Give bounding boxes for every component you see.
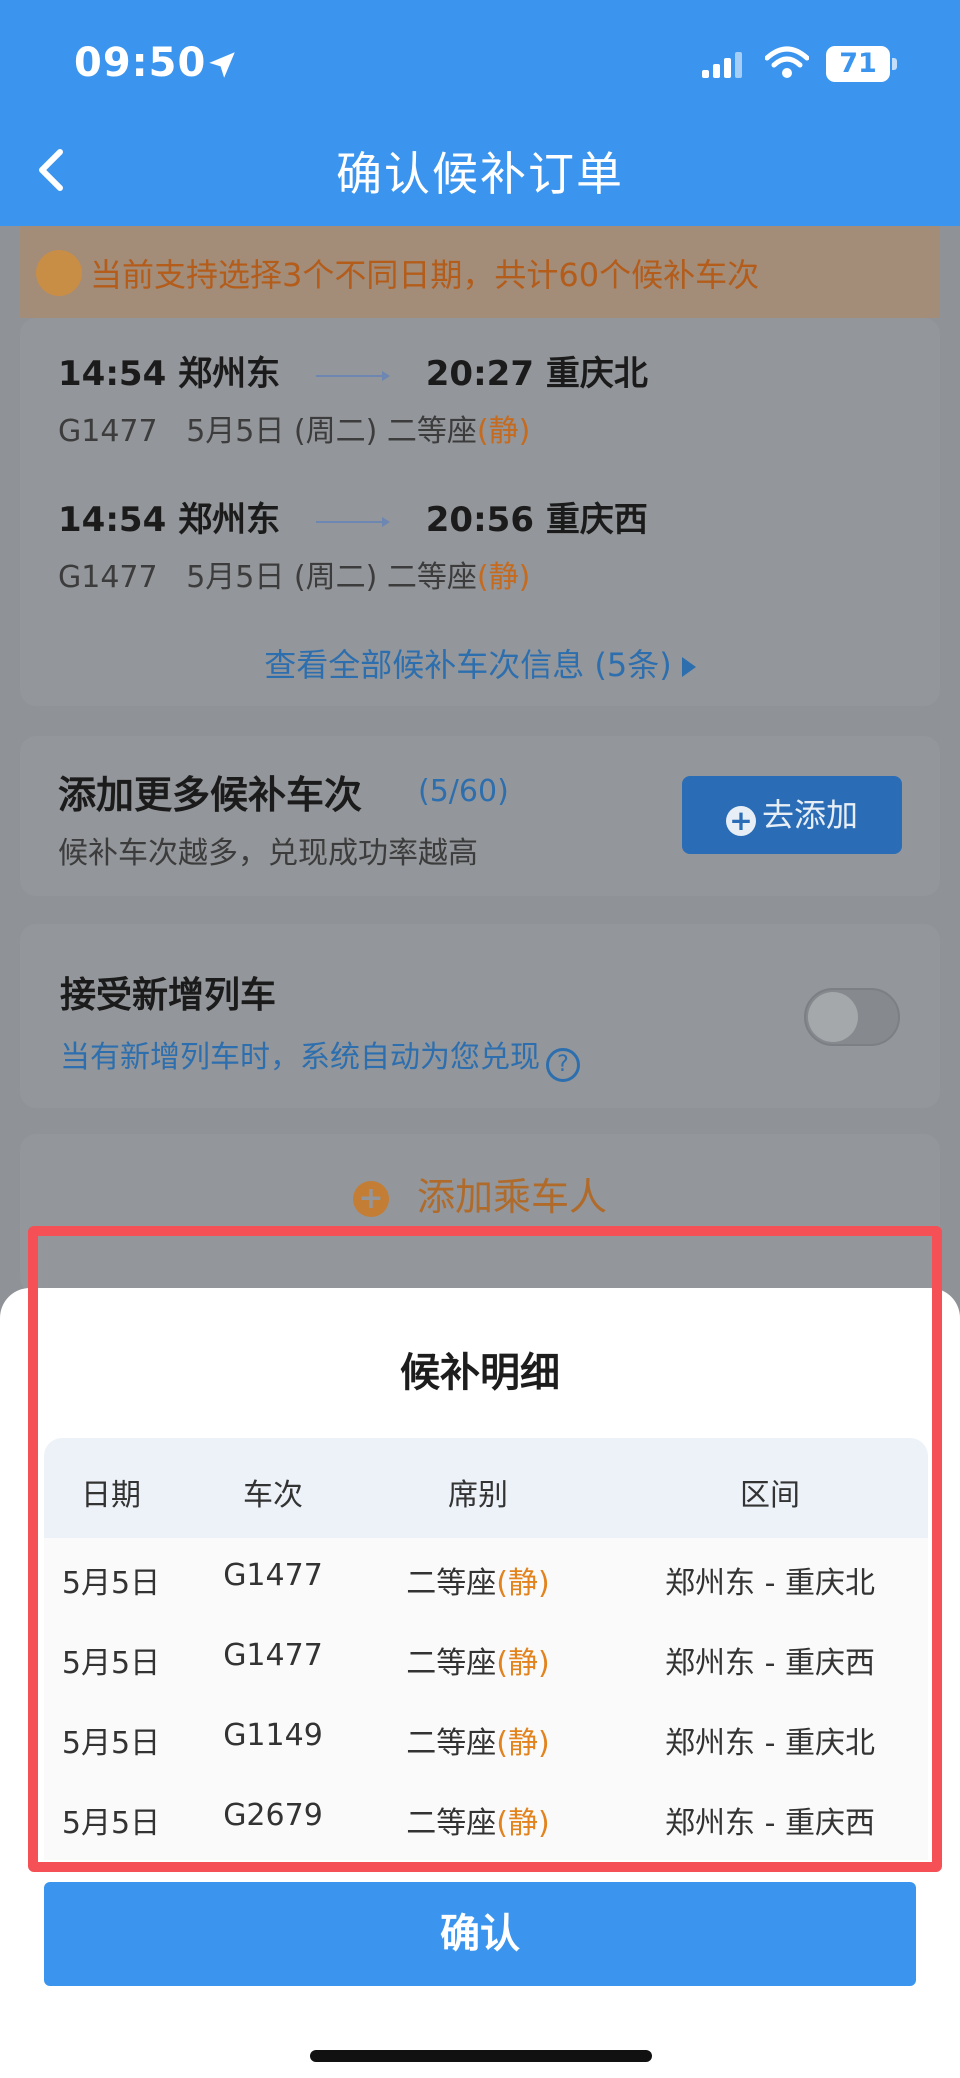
dep-station: 郑州东 [178, 354, 281, 394]
accept-new-subtitle: 当有新增列车时，系统自动为您兑现? [60, 1032, 580, 1082]
arr-station: 重庆西 [545, 500, 648, 540]
trip-route-1: 14:54 郑州东 20:27 重庆北 [58, 346, 648, 395]
signal-icon [702, 52, 742, 78]
quiet-tag: (静) [476, 560, 531, 595]
plus-circle-icon: + [725, 806, 756, 836]
home-indicator [310, 2050, 652, 2062]
add-passenger-button[interactable]: + 添加乘车人 [0, 1166, 960, 1221]
add-more-count: (5/60) [418, 774, 509, 809]
arr-time: 20:56 [425, 500, 534, 540]
dep-time: 14:54 [58, 354, 167, 394]
seat-class: 二等座 [386, 414, 477, 449]
wifi-icon [765, 46, 809, 78]
triangle-right-icon [681, 657, 696, 677]
add-more-subtitle: 候补车次越多，兑现成功率越高 [58, 836, 478, 871]
notice-text: 当前支持选择3个不同日期，共计60个候补车次 [90, 256, 760, 294]
trip-route-2: 14:54 郑州东 20:56 重庆西 [58, 492, 648, 541]
battery-icon: 71 [826, 46, 898, 82]
status-time: 09:50 [74, 40, 207, 86]
view-all-label: 查看全部候补车次信息 (5条) [264, 646, 672, 684]
go-add-label: 去添加 [761, 796, 858, 834]
trip-detail-1: G1477 5月5日 (周二) 二等座(静) [58, 406, 530, 450]
battery-level: 71 [826, 46, 890, 82]
plus-circle-icon: + [352, 1181, 389, 1217]
add-passenger-label: 添加乘车人 [416, 1175, 607, 1219]
dep-time: 14:54 [58, 500, 167, 540]
train-number: G1477 [58, 414, 158, 449]
arr-time: 20:27 [425, 354, 534, 394]
add-more-title: 添加更多候补车次 [58, 773, 363, 817]
arr-station: 重庆北 [545, 354, 648, 394]
notice-banner: 当前支持选择3个不同日期，共计60个候补车次 [20, 226, 940, 318]
trip-date: 5月5日 (周二) [186, 414, 378, 449]
trip-date: 5月5日 (周二) [186, 560, 378, 595]
accept-new-toggle[interactable] [804, 988, 900, 1046]
page-title: 确认候补订单 [336, 147, 624, 201]
dep-station: 郑州东 [178, 500, 281, 540]
trip-detail-2: G1477 5月5日 (周二) 二等座(静) [58, 552, 530, 596]
confirm-button[interactable]: 确认 [44, 1882, 916, 1986]
battery-tip [892, 58, 897, 70]
route-arrow-icon [315, 370, 390, 381]
accept-new-desc: 当有新增列车时，系统自动为您兑现 [60, 1040, 540, 1075]
seat-class: 二等座 [386, 560, 477, 595]
accept-new-title: 接受新增列车 [60, 975, 277, 1016]
toggle-knob [808, 992, 858, 1042]
quiet-tag: (静) [476, 414, 531, 449]
view-all-link[interactable]: 查看全部候补车次信息 (5条) [0, 640, 960, 686]
highlight-frame [28, 1226, 942, 1872]
go-add-button[interactable]: + 去添加 [682, 776, 902, 854]
help-icon[interactable]: ? [546, 1048, 580, 1082]
megaphone-icon [36, 250, 82, 296]
header: 09:50 71 确认候补订单 [0, 0, 960, 226]
route-arrow-icon [315, 516, 390, 527]
location-arrow-icon [209, 52, 235, 78]
train-number: G1477 [58, 560, 158, 595]
